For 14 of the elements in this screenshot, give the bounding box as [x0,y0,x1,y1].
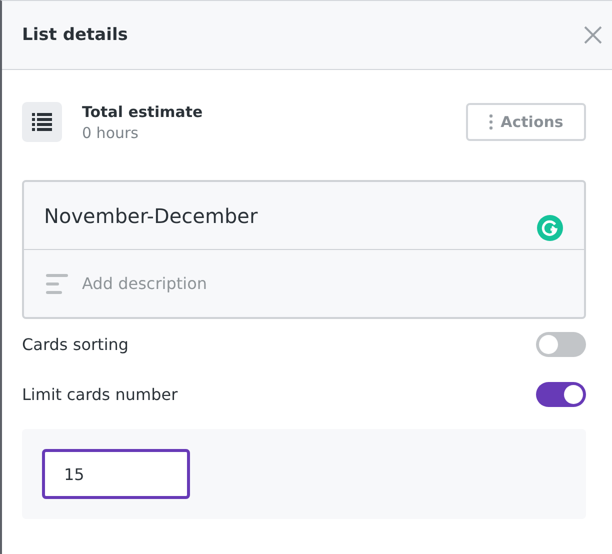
estimate-value: 0 hours [82,124,140,142]
toggle-switch[interactable] [536,332,586,356]
limit-field[interactable]: 15 [42,449,190,499]
close-icon[interactable] [584,26,602,44]
estimate-label: Total estimate [82,102,203,120]
toggle-switch[interactable] [536,382,586,406]
setting-label: Cards sorting [22,334,129,354]
list-icon [22,102,62,142]
more-icon [488,114,493,130]
description-field[interactable]: Add description [82,274,564,293]
panel-title: List details [22,25,128,45]
setting-label: Limit cards number [22,384,178,404]
text-lines-icon [46,272,68,294]
list-name[interactable]: November-December [44,204,258,228]
